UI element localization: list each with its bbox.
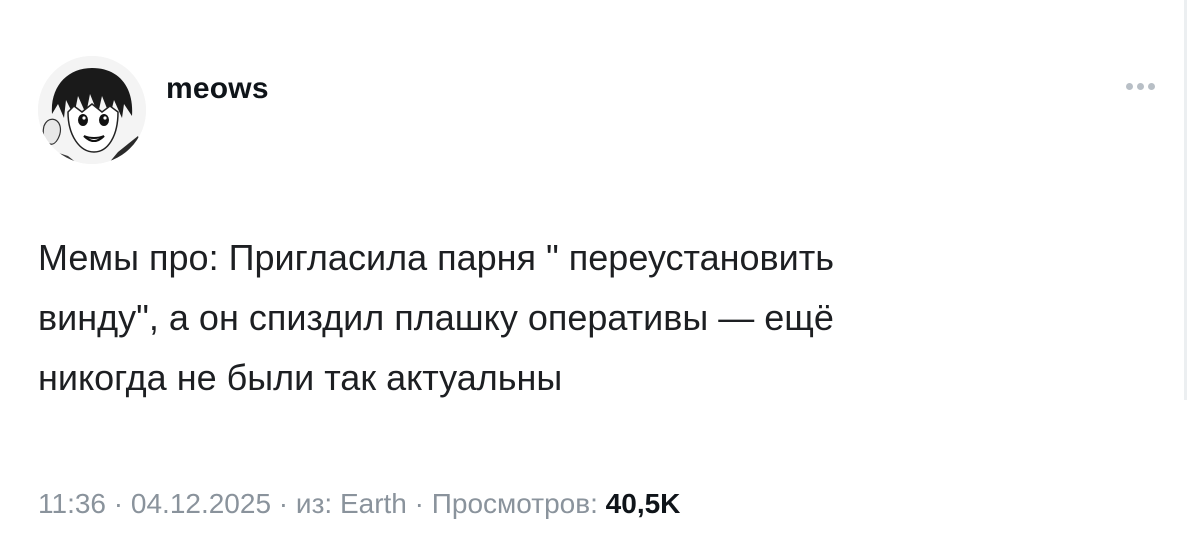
more-horizontal-icon: [1136, 82, 1144, 90]
meta-separator: ·: [406, 488, 432, 519]
more-horizontal-icon: [1125, 82, 1133, 90]
post-meta: 11:36 · 04.12.2025 · из: Earth · Просмот…: [38, 488, 680, 520]
author-avatar[interactable]: [38, 56, 146, 164]
more-horizontal-icon: [1147, 82, 1155, 90]
views-label: Просмотров:: [431, 488, 606, 519]
meta-separator: ·: [271, 488, 296, 519]
post-time[interactable]: 11:36: [38, 488, 106, 519]
views-count: 40,5K: [605, 488, 681, 519]
post-text: Мемы про: Пригласила парня " переустанов…: [38, 237, 835, 398]
post-date[interactable]: 04.12.2025: [131, 488, 271, 519]
anime-avatar-icon: [38, 56, 146, 164]
more-options-button[interactable]: [1118, 74, 1162, 98]
divider: [1184, 0, 1187, 400]
post-card: meows Мемы про: Пригласила парня " переу…: [0, 0, 1200, 552]
author-username[interactable]: meows: [166, 72, 269, 106]
meta-separator: ·: [106, 488, 131, 519]
post-source: из: Earth: [295, 488, 407, 519]
